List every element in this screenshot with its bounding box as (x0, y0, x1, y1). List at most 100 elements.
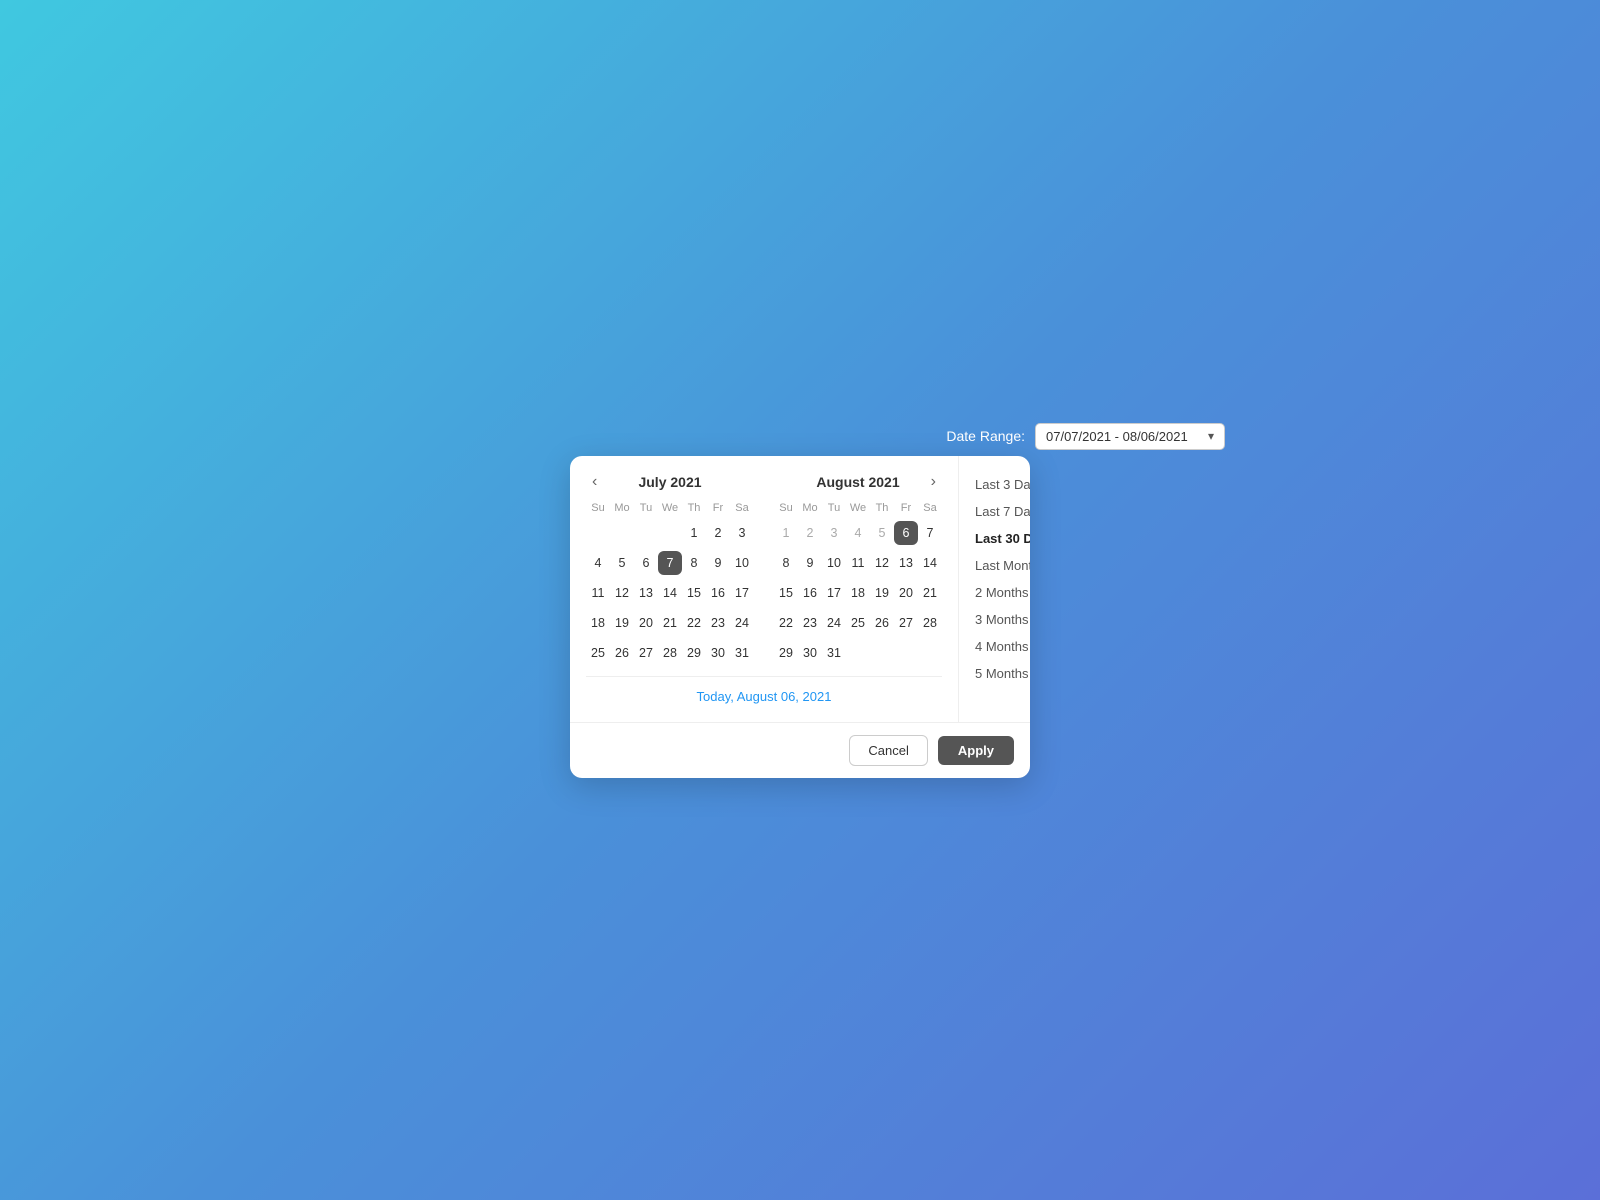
day-cell[interactable]: 17 (730, 581, 754, 605)
day-cell[interactable]: 31 (822, 641, 846, 665)
table-row: 23 (798, 608, 822, 638)
day-cell[interactable]: 29 (774, 641, 798, 665)
day-cell[interactable]: 25 (586, 641, 610, 665)
day-cell[interactable]: 28 (918, 611, 942, 635)
table-row: 27 (894, 608, 918, 638)
day-cell[interactable]: 13 (894, 551, 918, 575)
table-row: 16 (798, 578, 822, 608)
day-cell[interactable]: 23 (798, 611, 822, 635)
table-row: 24 (822, 608, 846, 638)
table-row: 5 (870, 518, 894, 548)
day-cell[interactable]: 12 (870, 551, 894, 575)
prev-month-button[interactable]: ‹ (586, 471, 603, 493)
shortcut-item-lastmonth[interactable]: Last Month (971, 553, 1030, 578)
day-cell[interactable]: 12 (610, 581, 634, 605)
cancel-button[interactable]: Cancel (849, 735, 927, 766)
day-cell[interactable]: 6 (894, 521, 918, 545)
left-cal-grid: Su Mo Tu We Th Fr Sa 1234567891011121314… (586, 500, 754, 668)
day-cell[interactable]: 1 (682, 521, 706, 545)
shortcut-item-last7days[interactable]: Last 7 Days (971, 499, 1030, 524)
shortcut-item-5monthsago[interactable]: 5 Months Ago (971, 661, 1030, 686)
day-cell[interactable]: 14 (658, 581, 682, 605)
day-cell[interactable]: 11 (586, 581, 610, 605)
date-range-selector[interactable]: 07/07/2021 - 08/06/2021 ▾ (1035, 423, 1225, 450)
table-row: 8 (774, 548, 798, 578)
day-cell[interactable]: 18 (846, 581, 870, 605)
day-cell[interactable]: 26 (870, 611, 894, 635)
day-cell[interactable]: 16 (798, 581, 822, 605)
day-cell[interactable]: 30 (798, 641, 822, 665)
day-cell[interactable]: 24 (822, 611, 846, 635)
day-cell[interactable]: 24 (730, 611, 754, 635)
right-weekday-th: Th (870, 500, 894, 518)
day-cell[interactable]: 3 (822, 521, 846, 545)
day-cell[interactable]: 5 (610, 551, 634, 575)
day-cell[interactable]: 25 (846, 611, 870, 635)
day-cell[interactable]: 14 (918, 551, 942, 575)
day-cell[interactable]: 15 (682, 581, 706, 605)
day-cell[interactable]: 19 (870, 581, 894, 605)
shortcut-item-3monthsago[interactable]: 3 Months Ago (971, 607, 1030, 632)
day-cell[interactable]: 23 (706, 611, 730, 635)
day-cell[interactable]: 22 (774, 611, 798, 635)
table-row (894, 638, 918, 668)
day-cell[interactable]: 10 (730, 551, 754, 575)
table-row: 23 (706, 608, 730, 638)
day-cell[interactable]: 3 (730, 521, 754, 545)
table-row: 7 (658, 548, 682, 578)
day-cell[interactable]: 18 (586, 611, 610, 635)
day-cell[interactable]: 2 (706, 521, 730, 545)
day-cell[interactable]: 27 (634, 641, 658, 665)
calendars-area: ‹ July 2021 Su Mo Tu We Th Fr (570, 456, 959, 722)
day-cell[interactable]: 7 (658, 551, 682, 575)
today-label[interactable]: Today, August 06, 2021 (586, 677, 942, 712)
left-weekday-th: Th (682, 500, 706, 518)
table-row: 6 (634, 548, 658, 578)
day-cell[interactable]: 15 (774, 581, 798, 605)
day-cell[interactable]: 17 (822, 581, 846, 605)
day-cell[interactable]: 27 (894, 611, 918, 635)
day-cell[interactable]: 7 (918, 521, 942, 545)
day-cell[interactable]: 1 (774, 521, 798, 545)
day-cell[interactable]: 26 (610, 641, 634, 665)
day-cell[interactable]: 20 (894, 581, 918, 605)
table-row: 18192021222324 (586, 608, 754, 638)
day-cell[interactable]: 21 (918, 581, 942, 605)
day-cell[interactable]: 2 (798, 521, 822, 545)
day-cell[interactable]: 11 (846, 551, 870, 575)
day-cell[interactable]: 8 (682, 551, 706, 575)
day-cell[interactable]: 8 (774, 551, 798, 575)
day-cell[interactable]: 30 (706, 641, 730, 665)
picker-top: ‹ July 2021 Su Mo Tu We Th Fr (570, 456, 1030, 722)
shortcut-item-last3days[interactable]: Last 3 Days (971, 472, 1030, 497)
day-cell[interactable]: 10 (822, 551, 846, 575)
left-weekday-row: Su Mo Tu We Th Fr Sa (586, 500, 754, 518)
shortcut-item-4monthsago[interactable]: 4 Months Ago (971, 634, 1030, 659)
table-row: 14 (918, 548, 942, 578)
day-cell[interactable]: 5 (870, 521, 894, 545)
table-row: 3 (822, 518, 846, 548)
right-weekday-fr: Fr (894, 500, 918, 518)
day-cell[interactable]: 9 (706, 551, 730, 575)
right-cal-header: August 2021 › (774, 474, 942, 490)
day-cell[interactable]: 9 (798, 551, 822, 575)
shortcut-item-2monthsago[interactable]: 2 Months Ago (971, 580, 1030, 605)
day-cell[interactable]: 16 (706, 581, 730, 605)
apply-button[interactable]: Apply (938, 736, 1014, 765)
day-cell[interactable]: 29 (682, 641, 706, 665)
next-month-button[interactable]: › (925, 471, 942, 493)
day-cell[interactable]: 4 (586, 551, 610, 575)
day-cell[interactable]: 28 (658, 641, 682, 665)
day-cell[interactable]: 4 (846, 521, 870, 545)
table-row: 25 (846, 608, 870, 638)
day-cell[interactable]: 31 (730, 641, 754, 665)
day-cell[interactable]: 22 (682, 611, 706, 635)
day-cell[interactable]: 20 (634, 611, 658, 635)
table-row: 18 (586, 608, 610, 638)
day-cell[interactable]: 6 (634, 551, 658, 575)
day-cell[interactable]: 21 (658, 611, 682, 635)
table-row: 26 (610, 638, 634, 668)
day-cell[interactable]: 19 (610, 611, 634, 635)
day-cell[interactable]: 13 (634, 581, 658, 605)
shortcut-item-last30days[interactable]: Last 30 Days (971, 526, 1030, 551)
